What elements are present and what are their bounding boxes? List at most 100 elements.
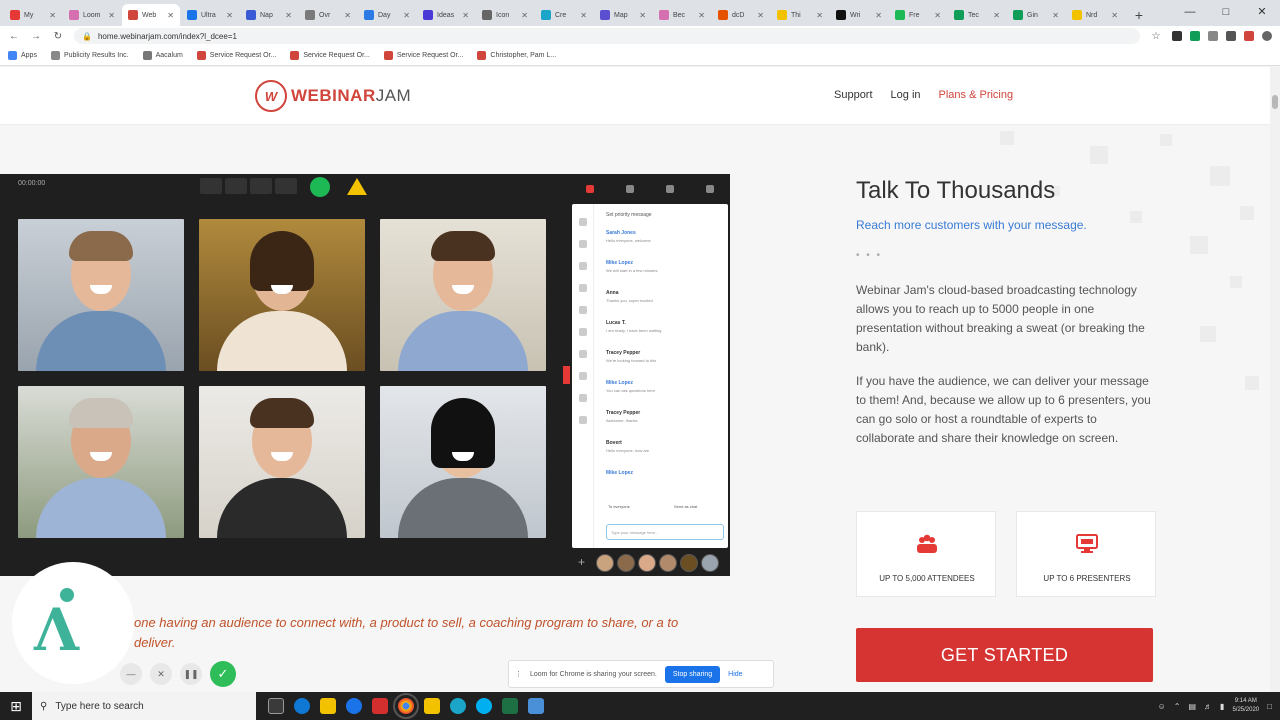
nav-support-link[interactable]: Support — [834, 89, 873, 101]
page-scrollbar[interactable] — [1270, 67, 1280, 692]
close-tab-icon[interactable]: ✕ — [875, 11, 882, 20]
browser-tab[interactable]: Map ✕ — [594, 4, 652, 26]
browser-tab[interactable]: dcD ✕ — [712, 4, 770, 26]
pause-recording-icon[interactable]: ❚❚ — [180, 663, 202, 685]
bookmark-item[interactable]: Service Request Or... — [383, 51, 463, 60]
close-tab-icon[interactable]: ✕ — [934, 11, 941, 20]
scrollbar-thumb[interactable] — [1272, 95, 1278, 109]
minimize-recorder-icon[interactable]: — — [120, 663, 142, 685]
chrome-icon[interactable] — [393, 693, 419, 719]
notifications-icon[interactable]: □ — [1267, 702, 1272, 711]
browser-tab[interactable]: Bec ✕ — [653, 4, 711, 26]
browser-tab[interactable]: Ovr ✕ — [299, 4, 357, 26]
close-tab-icon[interactable]: ✕ — [108, 11, 115, 20]
stop-sharing-button[interactable]: Stop sharing — [664, 665, 721, 683]
browser-tab[interactable]: Cre ✕ — [535, 4, 593, 26]
bookmark-item[interactable]: Aacalum — [142, 51, 183, 60]
file-explorer-icon[interactable] — [320, 698, 336, 714]
get-started-button[interactable]: GET STARTED — [856, 628, 1153, 682]
browser-tab[interactable]: Nap ✕ — [240, 4, 298, 26]
excel-icon[interactable] — [502, 698, 518, 714]
battery-icon[interactable]: ▮ — [1220, 702, 1224, 711]
taskbar-clock[interactable]: 9:14 AM 5/25/2020 — [1232, 697, 1259, 715]
browser-tab[interactable]: Fre ✕ — [889, 4, 947, 26]
finish-recording-icon[interactable]: ✓ — [210, 661, 236, 687]
volume-icon[interactable]: ♬ — [1204, 702, 1212, 711]
new-tab-button[interactable]: + — [1129, 4, 1149, 26]
windows-taskbar: ⊞ ⚲ Type here to search ☺ ⌃ ▤ ♬ ▮ 9:14 A… — [0, 692, 1280, 720]
browser-tab[interactable]: Web ✕ — [122, 4, 180, 26]
bookmark-item[interactable]: Service Request Or... — [290, 51, 370, 60]
close-tab-icon[interactable]: ✕ — [226, 11, 233, 20]
close-tab-icon[interactable]: ✕ — [403, 11, 410, 20]
close-tab-icon[interactable]: ✕ — [285, 11, 292, 20]
close-tab-icon[interactable]: ✕ — [816, 11, 823, 20]
browser-tab[interactable]: Wri ✕ — [830, 4, 888, 26]
hide-sharing-bar-button[interactable]: Hide — [728, 671, 742, 678]
sticky-notes-icon[interactable] — [424, 698, 440, 714]
close-tab-icon[interactable]: ✕ — [49, 11, 56, 20]
reload-icon[interactable]: ↻ — [52, 31, 64, 42]
webinarjam-logo[interactable]: W WEBINARJAM — [255, 80, 411, 112]
chevron-up-icon[interactable]: ⌃ — [1174, 702, 1181, 711]
maximize-icon[interactable]: □ — [1208, 0, 1244, 26]
close-tab-icon[interactable]: ✕ — [1052, 11, 1059, 20]
bookmark-item[interactable]: Publicity Results Inc. — [50, 51, 129, 60]
minimize-icon[interactable]: — — [1172, 0, 1208, 26]
browser-tab[interactable]: Thi ✕ — [771, 4, 829, 26]
extension-icon[interactable] — [1172, 31, 1182, 41]
browser-tab[interactable]: Tec ✕ — [948, 4, 1006, 26]
browser-tab[interactable]: Nrd ✕ — [1066, 4, 1124, 26]
ie-icon[interactable] — [450, 698, 466, 714]
browser-tab[interactable]: Day ✕ — [358, 4, 416, 26]
browser-tab[interactable]: Icon ✕ — [476, 4, 534, 26]
bookmark-item[interactable]: Service Request Or... — [196, 51, 276, 60]
tab-title: Tec — [968, 11, 979, 19]
windows-start-icon[interactable]: ⊞ — [0, 698, 32, 715]
close-tab-icon[interactable]: ✕ — [1111, 11, 1118, 20]
close-tab-icon[interactable]: ✕ — [698, 11, 705, 20]
close-tab-icon[interactable]: ✕ — [993, 11, 1000, 20]
drag-handle-icon[interactable]: ⋮ — [515, 670, 522, 678]
bookmark-item[interactable]: Christopher, Pam L... — [477, 51, 556, 60]
browser-tab[interactable]: Gin ✕ — [1007, 4, 1065, 26]
nav-pricing-link[interactable]: Plans & Pricing — [939, 89, 1014, 101]
skype-icon[interactable] — [476, 698, 492, 714]
extension-icon[interactable] — [1226, 31, 1236, 41]
profile-avatar[interactable] — [1262, 31, 1272, 41]
people-tray-icon[interactable]: ☺ — [1158, 702, 1166, 711]
close-tab-icon[interactable]: ✕ — [580, 11, 587, 20]
browser-tab[interactable]: Loom ✕ — [63, 4, 121, 26]
app-icon[interactable] — [528, 698, 544, 714]
browser-tab[interactable]: Ideas ✕ — [417, 4, 475, 26]
close-tab-icon[interactable]: ✕ — [757, 11, 764, 20]
nav-login-link[interactable]: Log in — [891, 89, 921, 101]
acrobat-icon[interactable] — [372, 698, 388, 714]
close-tab-icon[interactable]: ✕ — [344, 11, 351, 20]
network-icon[interactable]: ▤ — [1188, 702, 1196, 711]
url-field[interactable]: 🔒 home.webinarjam.com/index?l_dcee=1 — [74, 28, 1140, 44]
back-icon[interactable]: ← — [8, 31, 20, 42]
tab-title: Ovr — [319, 11, 331, 19]
forward-icon[interactable]: → — [30, 31, 42, 42]
close-tab-icon[interactable]: ✕ — [167, 11, 174, 20]
chat-message: Sarah Jones Hello everyone, welcome — [606, 230, 722, 243]
close-tab-icon[interactable]: ✕ — [462, 11, 469, 20]
app-icon[interactable] — [346, 698, 362, 714]
close-window-icon[interactable]: ✕ — [1244, 0, 1280, 26]
extension-icon[interactable] — [1208, 31, 1218, 41]
session-timer: 00:00:00 — [18, 180, 46, 187]
chat-message: Anna Thanks you, super excited — [606, 290, 722, 303]
taskbar-search[interactable]: ⚲ Type here to search — [32, 692, 256, 720]
bookmark-star-icon[interactable]: ☆ — [1150, 31, 1162, 42]
extension-icon[interactable] — [1244, 31, 1254, 41]
close-tab-icon[interactable]: ✕ — [521, 11, 528, 20]
browser-tab[interactable]: My ✕ — [4, 4, 62, 26]
close-tab-icon[interactable]: ✕ — [639, 11, 646, 20]
edge-icon[interactable] — [294, 698, 310, 714]
extension-icon[interactable] — [1190, 31, 1200, 41]
cancel-recording-icon[interactable]: ✕ — [150, 663, 172, 685]
browser-tab[interactable]: Ultra ✕ — [181, 4, 239, 26]
task-view-icon[interactable] — [268, 698, 284, 714]
bookmark-item[interactable]: Apps — [8, 51, 37, 60]
